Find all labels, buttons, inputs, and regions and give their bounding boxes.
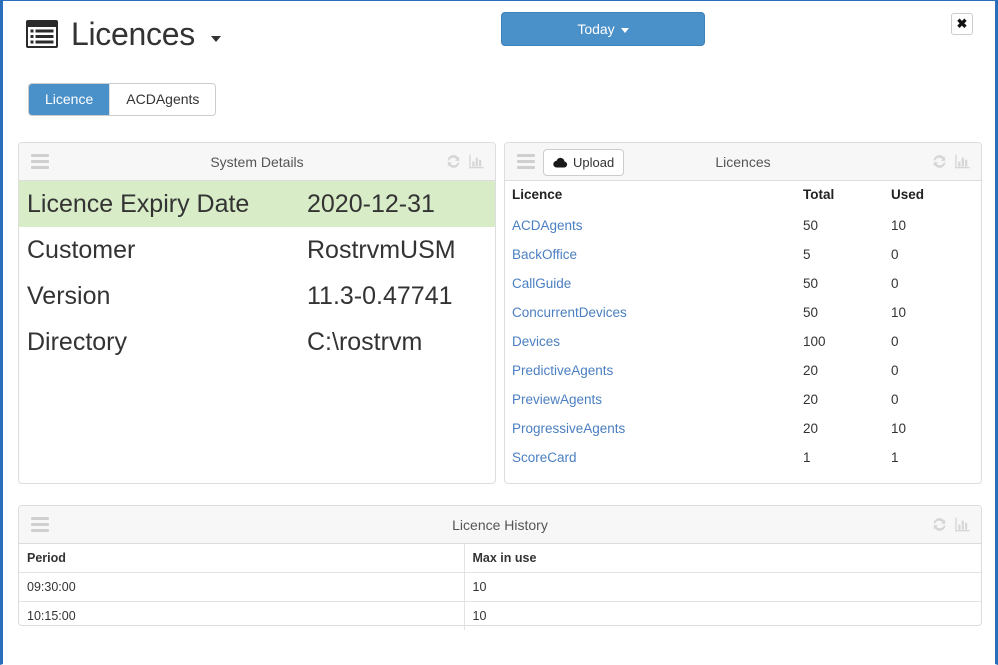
licence-total: 50: [803, 276, 819, 291]
licence-history-table: Period Max in use 09:30:00 10 10:15:00 1…: [19, 544, 981, 630]
column-header-used: Used: [891, 181, 981, 211]
table-row: Devices 100 0: [505, 327, 981, 356]
refresh-icon[interactable]: [445, 153, 462, 175]
column-header-period: Period: [19, 544, 465, 573]
tab-acdagents[interactable]: ACDAgents: [110, 84, 216, 115]
app-window: Licences Today ✖ Licence ACDAgents Syste…: [0, 0, 998, 665]
table-row: 09:30:00 10: [19, 572, 981, 602]
licence-link[interactable]: ConcurrentDevices: [512, 305, 627, 320]
system-details-value: C:\rostrvm: [307, 328, 423, 356]
system-details-value: RostrvmUSM: [307, 236, 456, 264]
licence-used: 0: [891, 247, 899, 262]
licence-link[interactable]: ACDAgents: [512, 218, 583, 233]
system-details-key: Directory: [27, 328, 128, 356]
licence-total: 20: [803, 363, 819, 378]
licence-history-header-icons: [931, 516, 971, 538]
system-details-table: Licence Expiry Date 2020-12-31 Customer …: [19, 181, 495, 365]
table-row: PreviewAgents 20 0: [505, 385, 981, 414]
system-details-title: System Details: [210, 154, 304, 170]
table-row: BackOffice 5 0: [505, 240, 981, 269]
bar-chart-icon[interactable]: [468, 153, 485, 175]
bar-chart-icon[interactable]: [954, 516, 971, 538]
system-details-value: 11.3-0.47741: [307, 282, 453, 310]
licence-total: 1: [803, 450, 811, 465]
licence-link[interactable]: CallGuide: [512, 276, 571, 291]
column-header-max-in-use: Max in use: [472, 551, 537, 565]
column-header-total: Total: [803, 181, 891, 211]
today-dropdown-button[interactable]: Today: [501, 12, 705, 46]
licence-link[interactable]: PredictiveAgents: [512, 363, 613, 378]
list-alt-icon: [25, 19, 59, 49]
licences-title: Licences: [715, 154, 771, 170]
history-max-in-use: 10: [464, 572, 981, 602]
licence-used: 10: [891, 305, 907, 320]
licence-used: 0: [891, 392, 899, 407]
licence-used: 10: [891, 421, 907, 436]
table-row: 10:15:00 10: [19, 601, 981, 630]
licence-used: 0: [891, 363, 899, 378]
tab-bar: Licence ACDAgents: [28, 83, 217, 116]
table-header-row: Period Max in use: [19, 544, 981, 573]
today-label: Today: [577, 21, 615, 37]
licence-total: 20: [803, 421, 819, 436]
licence-used: 10: [891, 218, 907, 233]
history-max-in-use: 10: [464, 601, 981, 630]
licence-history-panel-header: Licence History: [19, 506, 981, 544]
table-row: Version 11.3-0.47741: [19, 273, 495, 319]
column-header-licence: Licence: [505, 181, 803, 211]
page-root: Licences Today ✖ Licence ACDAgents Syste…: [3, 1, 995, 664]
licences-table: Licence Total Used ACDAgents 50 10 BackO…: [505, 181, 981, 472]
bar-chart-icon[interactable]: [954, 153, 971, 175]
licences-table-body: ACDAgents 50 10 BackOffice 5 0 CallGuide…: [505, 211, 981, 473]
table-row: Directory C:\rostrvm: [19, 319, 495, 365]
table-row: Customer RostrvmUSM: [19, 227, 495, 273]
table-row: Licence Expiry Date 2020-12-31: [19, 181, 495, 227]
table-row: PredictiveAgents 20 0: [505, 356, 981, 385]
system-details-key: Version: [27, 282, 111, 310]
system-details-panel-header: System Details: [19, 143, 495, 181]
licence-history-table-body: 09:30:00 10 10:15:00 10: [19, 572, 981, 630]
system-details-key: Customer: [27, 236, 136, 264]
licence-used: 0: [891, 276, 899, 291]
system-details-panel: System Details Licence Expiry Date 2020-…: [18, 142, 496, 484]
page-title: Licences: [71, 16, 195, 52]
refresh-icon[interactable]: [931, 153, 948, 175]
table-row: CallGuide 50 0: [505, 269, 981, 298]
licence-total: 5: [803, 247, 811, 262]
licence-history-title: Licence History: [452, 517, 548, 533]
page-title-block: Licences: [25, 17, 221, 51]
licence-link[interactable]: Devices: [512, 334, 560, 349]
table-row: ACDAgents 50 10: [505, 211, 981, 241]
table-header-row: Licence Total Used: [505, 181, 981, 211]
caret-down-icon[interactable]: [210, 36, 221, 42]
licences-panel-header: Upload Licences: [505, 143, 981, 181]
licence-link[interactable]: PreviewAgents: [512, 392, 602, 407]
licence-total: 100: [803, 334, 826, 349]
table-row: ProgressiveAgents 20 10: [505, 414, 981, 443]
table-row: ScoreCard 1 1: [505, 443, 981, 472]
licence-history-panel: Licence History Period Max in use 09:30:…: [18, 505, 982, 630]
refresh-icon[interactable]: [931, 516, 948, 538]
close-button[interactable]: ✖: [951, 13, 973, 35]
licence-total: 50: [803, 305, 819, 320]
table-row: ConcurrentDevices 50 10: [505, 298, 981, 327]
licences-panel: Upload Licences Licence Total Used ACDAg…: [504, 142, 982, 484]
licences-header-icons: [931, 153, 971, 175]
licence-link[interactable]: BackOffice: [512, 247, 577, 262]
history-period: 10:15:00: [19, 601, 465, 630]
tab-licence[interactable]: Licence: [29, 84, 111, 115]
chevron-down-icon: [620, 27, 629, 33]
system-details-header-icons: [445, 153, 485, 175]
licence-used: 0: [891, 334, 899, 349]
system-details-value: 2020-12-31: [307, 181, 495, 227]
licence-total: 20: [803, 392, 819, 407]
licence-total: 50: [803, 218, 819, 233]
page-header: Licences Today ✖: [3, 1, 995, 73]
licence-link[interactable]: ProgressiveAgents: [512, 421, 625, 436]
history-period: 09:30:00: [19, 572, 465, 602]
licence-used: 1: [891, 450, 899, 465]
system-details-key: Licence Expiry Date: [19, 181, 307, 227]
licence-link[interactable]: ScoreCard: [512, 450, 577, 465]
